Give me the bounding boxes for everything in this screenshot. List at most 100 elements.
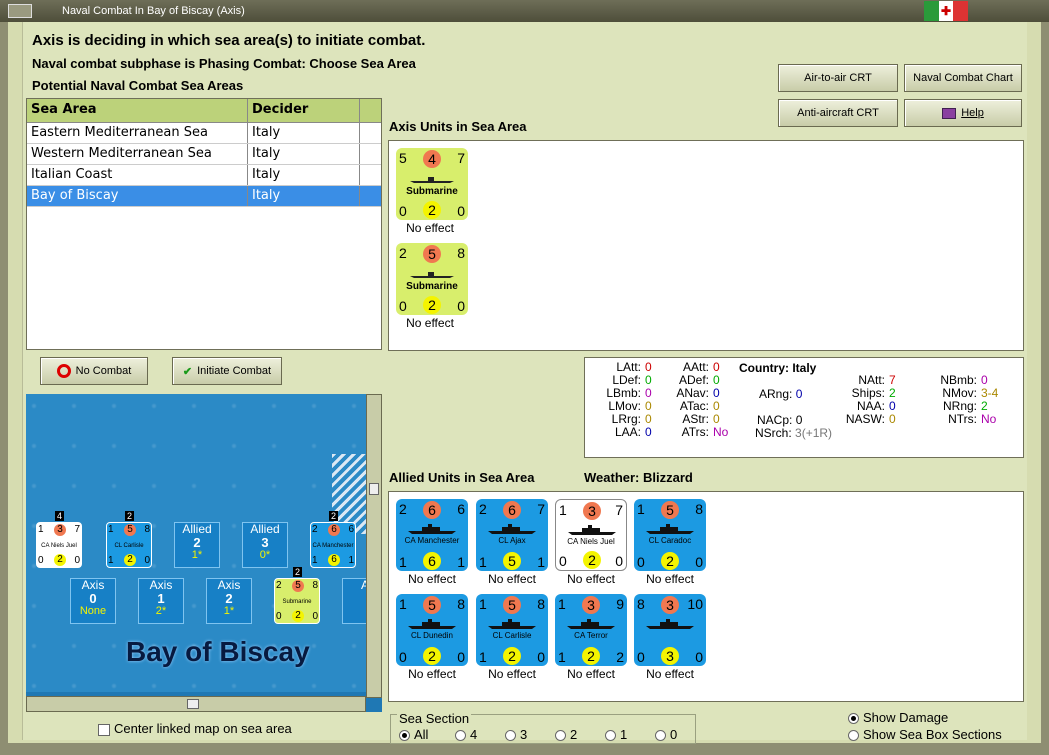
allied-unit-card[interactable]: 1 3 7 CA Niels Juel 0 2 0 (555, 499, 627, 571)
cell-area: Italian Coast (27, 165, 248, 185)
allied-unit-card[interactable]: 1 3 9 CA Terror 1 2 2 (555, 594, 627, 666)
unit-br: 0 (74, 555, 80, 566)
table-row[interactable]: Western Mediterranean Sea Italy (27, 144, 381, 165)
radio-label: 0 (670, 727, 678, 742)
initiate-combat-button[interactable]: ✔ Initiate Combat (172, 357, 282, 385)
air-to-air-crt-button[interactable]: Air-to-air CRT (778, 64, 898, 92)
unit-br: 2 (616, 649, 624, 665)
stats-col5-values: 0 3-4 2 No (981, 374, 998, 426)
box-val: 2* (155, 605, 167, 617)
unit-tr: 9 (616, 596, 624, 612)
subphase-text: Naval combat subphase is Phasing Combat:… (32, 56, 416, 71)
map-horizontal-scrollbar[interactable] (26, 696, 366, 712)
warship-icon (488, 619, 536, 629)
axis-units-label: Axis Units in Sea Area (389, 119, 527, 134)
weather-label: Weather: Blizzard (584, 470, 693, 485)
window-menu-icon[interactable] (8, 4, 32, 18)
radio-3[interactable]: 3 (505, 727, 555, 742)
stat-value: 0 (645, 425, 652, 439)
stat-value: 0 (795, 413, 803, 427)
table-row[interactable]: Italian Coast Italy (27, 165, 381, 186)
allied-unit-card[interactable]: 1 5 8 CL Caradoc 0 2 0 (634, 499, 706, 571)
italy-flag-icon: ✚ (924, 1, 969, 21)
radio-dot[interactable] (848, 730, 859, 742)
allied-sea-box[interactable]: Allied 3 0* (242, 522, 288, 568)
map-unit-counter[interactable]: 2 5 8 Submarine 0 2 0 2 (274, 567, 320, 624)
axis-unit-card[interactable]: 2 5 8 Submarine 0 2 0 (396, 243, 468, 315)
stat-label: NTrs: (948, 412, 977, 426)
map-unit-counter[interactable]: 2 6 6 CA Manchester 1 6 1 2 (310, 511, 356, 568)
center-map-checkbox[interactable]: Center linked map on sea area (98, 721, 292, 736)
stack-count-badge: 2 (125, 511, 135, 521)
table-row[interactable]: Eastern Mediterranean Sea Italy (27, 123, 381, 144)
vscroll-thumb[interactable] (369, 483, 379, 495)
allied-unit-card[interactable]: 2 6 6 CA Manchester 1 6 1 (396, 499, 468, 571)
radio-dot[interactable] (848, 713, 859, 725)
unit-defense: 6 (423, 552, 441, 570)
radio-0[interactable]: 0 (655, 727, 695, 742)
naval-combat-chart-button[interactable]: Naval Combat Chart (904, 64, 1022, 92)
box-val: None (79, 605, 107, 617)
cell-area: Western Mediterranean Sea (27, 144, 248, 164)
unit-attack: 6 (503, 501, 521, 519)
unit-defense: 2 (661, 552, 679, 570)
anti-aircraft-crt-button[interactable]: Anti-aircraft CRT (778, 99, 898, 127)
allied-unit-card[interactable]: 8 3 10 0 3 0 (634, 594, 706, 666)
show-sea-box-radio[interactable]: Show Sea Box Sections (848, 727, 1002, 742)
map-unit-counter[interactable]: 1 5 8 CL Carlisle 1 2 0 2 (106, 511, 152, 568)
sea-area-table: Sea Area Decider Eastern Mediterranean S… (26, 98, 382, 350)
checkbox-box[interactable] (98, 723, 110, 736)
stat-nsrch: NSrch: 3(+1R) (755, 426, 832, 440)
unit-br: 1 (537, 554, 545, 570)
table-row-selected[interactable]: Bay of Biscay Italy (27, 186, 381, 207)
hscroll-thumb[interactable] (187, 699, 199, 709)
radio-4[interactable]: 4 (455, 727, 505, 742)
unit-defense: 2 (423, 647, 441, 665)
radio-all[interactable]: All (399, 727, 455, 742)
unit-tr: 8 (695, 501, 703, 517)
allied-unit-card[interactable]: 1 5 8 CL Dunedin 0 2 0 (396, 594, 468, 666)
unit-name: CA Manchester (404, 536, 460, 545)
stats-panel: LAtt: LDef: LBmb: LMov: LRrg: LAA: 0 0 0… (584, 357, 1024, 458)
axis-sea-box[interactable]: Axis 0 None (70, 578, 116, 624)
unit-tr: 8 (537, 596, 545, 612)
axis-sea-box[interactable]: Axis 1 2* (138, 578, 184, 624)
unit-name: CA Niels Juel (567, 537, 615, 546)
stats-col2-values: 0 0 0 0 0 No (713, 361, 728, 439)
unit-name: Submarine (406, 186, 458, 197)
stat-nacp: NACp: 0 (757, 413, 802, 427)
unit-tr: 7 (615, 502, 623, 518)
sea-section-label: Sea Section (397, 711, 472, 726)
unit-bl: 1 (558, 649, 566, 665)
radio-2[interactable]: 2 (555, 727, 605, 742)
unit-tr: 7 (457, 150, 465, 166)
show-damage-radio[interactable]: Show Damage (848, 710, 948, 725)
radio-1[interactable]: 1 (605, 727, 655, 742)
help-button[interactable]: Help (904, 99, 1022, 127)
sea-area-map[interactable]: Allied 2 1* Allied 3 0* Axis 0 None Axis 1 2* Axis 2 1… (26, 394, 382, 712)
unit-effect: No effect (488, 667, 536, 681)
axis-sea-box[interactable]: Axis 2 1* (206, 578, 252, 624)
allied-sea-box[interactable]: Allied 2 1* (174, 522, 220, 568)
unit-name: CA Manchester (312, 543, 354, 549)
map-unit-counter[interactable]: 1 3 7 CA Niels Juel 0 2 0 4 (36, 511, 82, 568)
unit-br: 0 (537, 649, 545, 665)
unit-br: 1 (457, 554, 465, 570)
unit-br: 1 (348, 555, 354, 566)
sea-area-title: Bay of Biscay (126, 636, 310, 667)
unit-defense: 2 (124, 554, 136, 566)
warship-icon (408, 524, 456, 534)
cell-decider: Italy (248, 123, 360, 143)
cell-decider: Italy (248, 144, 360, 164)
axis-unit-card[interactable]: 5 4 7 Submarine 0 2 0 (396, 148, 468, 220)
unit-tl: 1 (108, 524, 114, 535)
unit-br: 0 (144, 555, 150, 566)
col-header-sea-area[interactable]: Sea Area (27, 99, 248, 122)
unit-defense: 6 (328, 554, 340, 566)
col-header-decider[interactable]: Decider (248, 99, 360, 122)
box-val: 0* (259, 549, 271, 561)
allied-unit-card[interactable]: 1 5 8 CL Carlisle 1 2 0 (476, 594, 548, 666)
no-combat-button[interactable]: No Combat (40, 357, 148, 385)
map-vertical-scrollbar[interactable] (366, 394, 382, 698)
allied-unit-card[interactable]: 2 6 7 CL Ajax 1 5 1 (476, 499, 548, 571)
